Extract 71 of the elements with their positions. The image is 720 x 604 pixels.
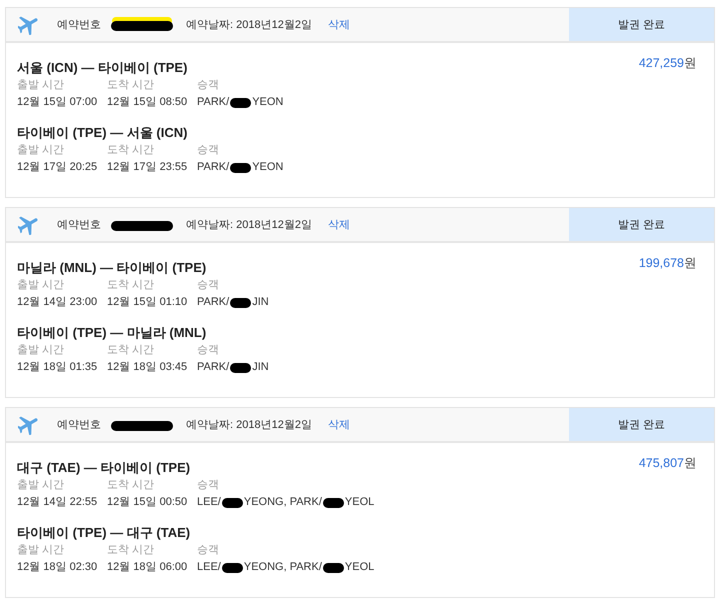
passenger-label: 승객 [197,543,220,558]
passenger-label: 승객 [197,78,220,93]
departure-label: 출발 시간 [17,78,66,93]
arrival-time: 12월 15일 01:10 [107,295,188,310]
route-title: 타이베이 (TPE) — 서울 (ICN) [17,124,188,142]
departure-label: 출발 시간 [17,343,66,358]
passenger-name: LEE/ [197,495,221,510]
booking-date: 예약날짜: 2018년12월2일 [186,418,312,432]
booking-number-label: 예약번호 [57,18,101,32]
departure-time: 12월 18일 01:35 [17,360,98,375]
airplane-icon [18,14,39,35]
departure-time: 12월 15일 07:00 [17,95,98,110]
route-title: 서울 (ICN) — 타이베이 (TPE) [17,59,188,77]
passenger-label: 승객 [197,343,220,358]
currency-unit: 원 [684,255,697,272]
passenger-name: PARK/ [197,360,230,375]
delete-link[interactable]: 삭제 [328,17,350,32]
departure-label: 출발 시간 [17,143,66,158]
passenger-name: YEON [252,160,284,175]
status-badge: 발권 완료 [569,8,714,41]
booking-number-label: 예약번호 [57,418,101,432]
price-amount: 199,678 [638,256,684,270]
passenger-name: JIN [252,360,269,375]
delete-link[interactable]: 삭제 [328,417,350,432]
route-title: 마닐라 (MNL) — 타이베이 (TPE) [17,259,208,277]
arrival-label: 도착 시간 [107,278,156,293]
currency-unit: 원 [684,55,697,72]
departure-label: 출발 시간 [17,278,66,293]
passenger-name: JIN [252,295,269,310]
passenger-name: YEOL [344,495,374,510]
departure-label: 출발 시간 [17,543,66,558]
delete-link[interactable]: 삭제 [328,217,350,232]
status-badge: 발권 완료 [569,208,714,241]
passenger-name: YEONG, PARK/ [244,495,322,510]
arrival-label: 도착 시간 [107,478,156,493]
departure-time: 12월 18일 02:30 [17,560,98,575]
arrival-time: 12월 18일 06:00 [107,560,188,575]
passenger-label: 승객 [197,143,220,158]
currency-unit: 원 [684,455,697,472]
arrival-label: 도착 시간 [107,543,156,558]
departure-label: 출발 시간 [17,478,66,493]
booking-number-label: 예약번호 [57,218,101,232]
booking-date: 예약날짜: 2018년12월2일 [186,18,312,32]
arrival-label: 도착 시간 [107,143,156,158]
arrival-time: 12월 18일 03:45 [107,360,188,375]
arrival-time: 12월 17일 23:55 [107,160,188,175]
booking-date: 예약날짜: 2018년12월2일 [186,218,312,232]
route-title: 대구 (TAE) — 타이베이 (TPE) [17,459,192,477]
arrival-time: 12월 15일 00:50 [107,495,188,510]
airplane-icon [18,214,39,235]
arrival-label: 도착 시간 [107,78,156,93]
passenger-name: YEONG, PARK/ [244,560,322,575]
price-amount: 475,807 [638,456,684,470]
passenger-name: PARK/ [197,295,230,310]
arrival-label: 도착 시간 [107,343,156,358]
passenger-name: PARK/ [197,95,230,110]
departure-time: 12월 14일 22:55 [17,495,98,510]
passenger-name: PARK/ [197,160,230,175]
passenger-name: LEE/ [197,560,221,575]
airplane-icon [18,414,39,435]
passenger-label: 승객 [197,278,220,293]
price-amount: 427,259 [638,56,684,70]
passenger-name: YEON [252,95,284,110]
departure-time: 12월 17일 20:25 [17,160,98,175]
route-title: 타이베이 (TPE) — 대구 (TAE) [17,524,192,542]
arrival-time: 12월 15일 08:50 [107,95,188,110]
passenger-name: YEOL [344,560,374,575]
passenger-label: 승객 [197,478,220,493]
route-title: 타이베이 (TPE) — 마닐라 (MNL) [17,324,208,342]
departure-time: 12월 14일 23:00 [17,295,98,310]
status-badge: 발권 완료 [569,408,714,441]
